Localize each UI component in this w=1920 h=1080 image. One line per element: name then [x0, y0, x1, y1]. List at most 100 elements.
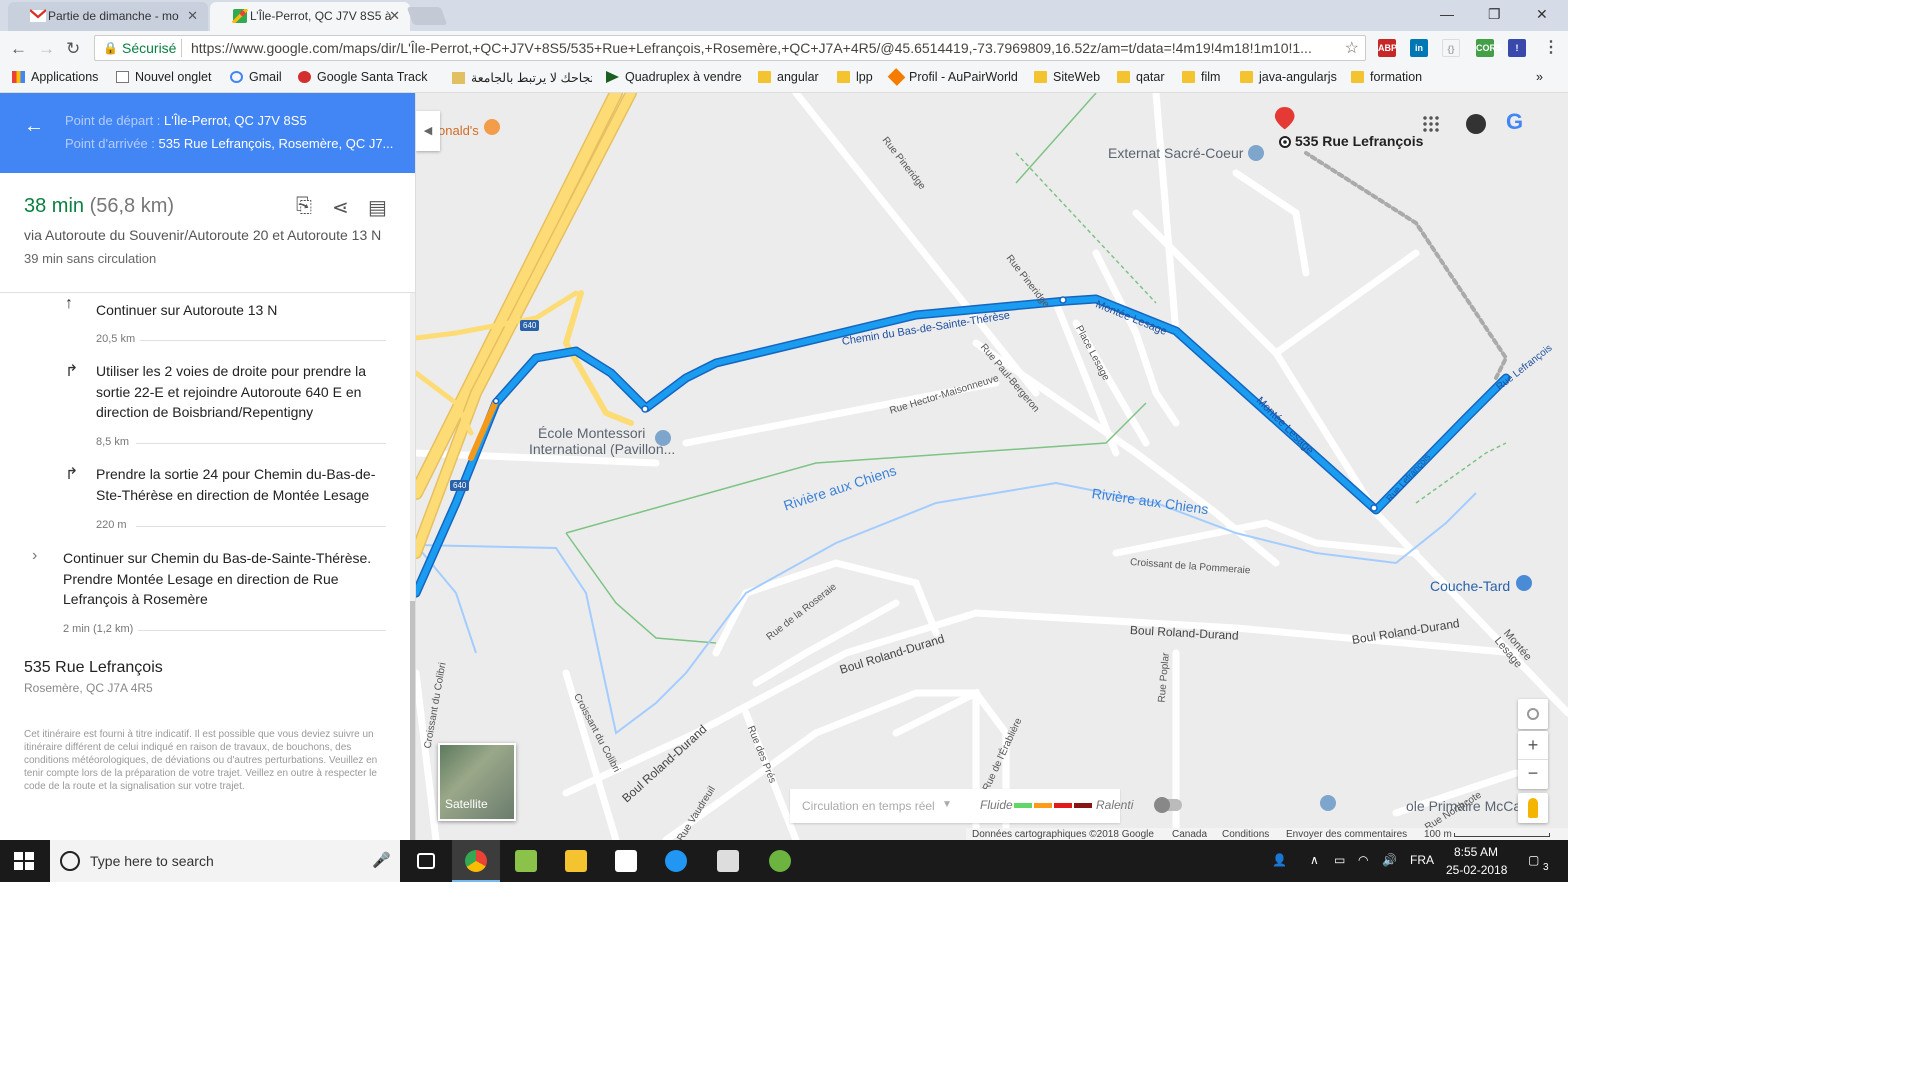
close-window-icon[interactable]: ✕	[1536, 6, 1548, 23]
close-tab-icon[interactable]: ✕	[389, 8, 400, 24]
reload-icon[interactable]: ↻	[66, 39, 80, 59]
clock-time[interactable]: 8:55 AM	[1454, 845, 1498, 859]
notification-center-icon[interactable]: ▢	[1528, 853, 1539, 867]
legend-slow-label: Ralenti	[1096, 798, 1134, 812]
destination-label[interactable]: 535 Rue Lefrançois	[1295, 133, 1423, 149]
poi-label[interactable]: Externat Sacré-Coeur	[1108, 145, 1243, 161]
more-bookmarks-icon[interactable]: »	[1536, 70, 1543, 84]
battery-icon[interactable]: ▭	[1334, 853, 1345, 867]
back-icon[interactable]: ←	[10, 39, 27, 59]
chevron-right-icon[interactable]: ›	[32, 547, 37, 565]
cors-icon[interactable]: CORS	[1476, 39, 1502, 57]
windows-start-icon[interactable]	[14, 852, 34, 870]
route-duration: 38 min (56,8 km)	[24, 195, 175, 217]
poi-label[interactable]: École Montessori	[538, 425, 645, 441]
bookmark-item[interactable]: Gmail	[230, 70, 282, 84]
account-avatar[interactable]: G	[1506, 109, 1523, 135]
back-arrow-icon[interactable]: ←	[24, 115, 44, 138]
tab-bar: Partie de dimanche - mo ✕ L’Île-Perrot, …	[0, 0, 1568, 31]
spring-app[interactable]	[756, 840, 804, 882]
satellite-toggle[interactable]: Satellite	[438, 743, 516, 821]
bookmark-item[interactable]: Applications	[12, 70, 98, 84]
extension-icon[interactable]: !	[1508, 39, 1526, 57]
forward-icon[interactable]: →	[38, 39, 55, 59]
bookmark-folder[interactable]: formation	[1351, 70, 1422, 84]
bookmark-folder[interactable]: SiteWeb	[1034, 70, 1100, 84]
close-tab-icon[interactable]: ✕	[187, 8, 198, 24]
lambda-app[interactable]	[502, 840, 550, 882]
restaurant-icon[interactable]	[484, 119, 500, 135]
map-canvas[interactable]: 640 640 onald's Externat Sacré-Coeur 535…	[416, 93, 1568, 840]
browser-app[interactable]	[652, 840, 700, 882]
apps-grid-icon[interactable]	[1422, 115, 1440, 133]
url-text[interactable]: https://www.google.com/maps/dir/L'Île-Pe…	[191, 40, 1331, 56]
bookmark-folder[interactable]: lpp	[837, 70, 873, 84]
traffic-toggle[interactable]	[1154, 797, 1182, 813]
store-icon[interactable]	[1516, 575, 1532, 591]
store-app[interactable]	[602, 840, 650, 882]
street-view-pegman-icon[interactable]	[1518, 793, 1548, 823]
realtime-traffic-dropdown[interactable]: Circulation en temps réel	[802, 799, 935, 813]
bookmark-folder[interactable]: film	[1182, 70, 1220, 84]
step-text: Utiliser les 2 voies de droite pour pren…	[96, 363, 367, 420]
poi-label[interactable]: Couche-Tard	[1430, 578, 1510, 594]
bookmark-item[interactable]: Nouvel onglet	[116, 70, 211, 84]
bookmark-folder[interactable]: java-angularjs	[1240, 70, 1337, 84]
share-icon[interactable]: ⋖	[332, 195, 349, 220]
scale-label[interactable]: 100 m	[1424, 829, 1452, 840]
school-icon[interactable]	[1248, 145, 1264, 161]
minimize-icon[interactable]: —	[1440, 6, 1454, 22]
microphone-icon[interactable]: 🎤	[372, 851, 391, 869]
crosshair-icon	[1527, 708, 1539, 720]
my-location-button[interactable]	[1518, 699, 1548, 729]
volume-icon[interactable]: 🔊	[1382, 853, 1397, 867]
terms-link[interactable]: Conditions	[1222, 829, 1269, 840]
wifi-icon[interactable]: ◠	[1358, 853, 1368, 867]
clock-date[interactable]: 25-02-2018	[1446, 863, 1507, 877]
menu-icon[interactable]: ⋮	[1542, 39, 1560, 57]
search-placeholder: Type here to search	[90, 853, 214, 869]
dropdown-arrow-icon[interactable]: ▼	[942, 799, 952, 810]
poi-label[interactable]: International (Pavillon...	[529, 441, 675, 457]
end-point[interactable]: Point d'arrivée : 535 Rue Lefrançois, Ro…	[65, 136, 400, 151]
new-tab-button[interactable]	[406, 7, 448, 25]
chevron-up-icon[interactable]: ∧	[1310, 853, 1319, 867]
print-icon[interactable]: ▤	[368, 195, 387, 220]
people-icon[interactable]: 👤	[1272, 853, 1287, 867]
bookmark-star-icon[interactable]: ☆	[1345, 38, 1359, 58]
bookmark-folder[interactable]: angular	[758, 70, 819, 84]
school-icon[interactable]	[1320, 795, 1336, 811]
collapse-panel-button[interactable]: ◀	[416, 111, 440, 151]
tab-maps[interactable]: L’Île-Perrot, QC J7V 8S5 à ✕	[210, 2, 410, 31]
poi-label[interactable]: onald's	[438, 123, 479, 138]
json-extension-icon[interactable]: {}	[1442, 39, 1460, 57]
bookmark-item[interactable]: تجاحك لا يرتبط بالجامعة"	[452, 70, 592, 85]
school-icon[interactable]	[655, 430, 671, 446]
file-explorer-app[interactable]	[552, 840, 600, 882]
chrome-taskbar-app[interactable]	[452, 840, 500, 882]
notifications-bell-icon[interactable]	[1466, 114, 1486, 134]
mail-app[interactable]	[704, 840, 752, 882]
feedback-link[interactable]: Envoyer des commentaires	[1286, 829, 1407, 840]
start-point[interactable]: Point de départ : L'Île-Perrot, QC J7V 8…	[65, 113, 307, 128]
folder-icon	[1240, 71, 1253, 83]
destination-address: Rosemère, QC J7A 4R5	[24, 681, 153, 695]
folder-icon	[1182, 71, 1195, 83]
tab-gmail[interactable]: Partie de dimanche - mo ✕	[8, 2, 208, 31]
linkedin-icon[interactable]: in	[1410, 39, 1428, 57]
adblock-icon[interactable]: ABP	[1378, 39, 1397, 57]
language-indicator[interactable]: FRA	[1410, 853, 1434, 867]
taskbar-search[interactable]: Type here to search 🎤	[50, 840, 400, 882]
destination-pin-icon[interactable]	[1274, 107, 1295, 148]
bookmark-item[interactable]: Google Santa Track	[298, 70, 438, 84]
zoom-out-button[interactable]: −	[1518, 760, 1548, 789]
address-bar[interactable]: 🔒 Sécurisé https://www.google.com/maps/d…	[94, 35, 1366, 61]
zoom-in-button[interactable]: +	[1518, 731, 1548, 760]
bookmark-item[interactable]: Quadruplex à vendre	[606, 70, 742, 84]
send-to-device-icon[interactable]: ⎘	[296, 195, 312, 218]
restore-icon[interactable]: ❐	[1488, 6, 1501, 23]
task-view-button[interactable]	[402, 840, 450, 882]
bookmark-folder[interactable]: qatar	[1117, 70, 1165, 84]
bookmark-item[interactable]: Profil - AuPairWorld	[887, 68, 1018, 86]
country-link[interactable]: Canada	[1172, 829, 1207, 840]
